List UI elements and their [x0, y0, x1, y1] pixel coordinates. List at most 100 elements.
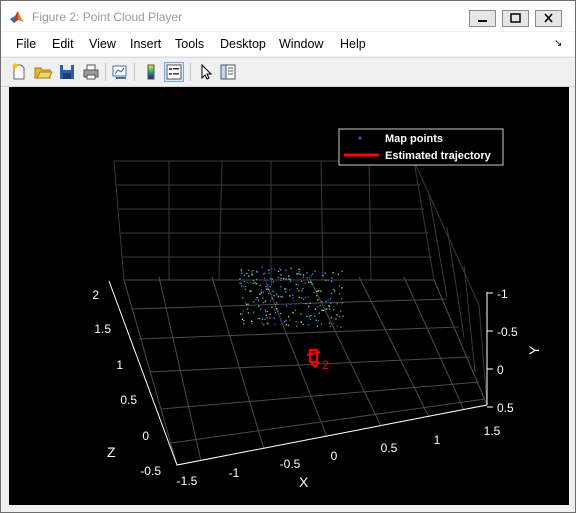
map-point — [266, 310, 268, 313]
map-point — [269, 313, 271, 315]
maximize-button[interactable] — [502, 10, 529, 27]
map-point — [260, 290, 262, 292]
x-tick: -1.5 — [177, 474, 198, 488]
map-point — [300, 313, 302, 315]
new-figure-button[interactable] — [9, 62, 29, 82]
map-point — [269, 286, 271, 288]
link-plot-button[interactable] — [110, 62, 130, 82]
x-tick: 1 — [434, 433, 441, 447]
map-point — [249, 281, 251, 283]
map-point — [314, 315, 316, 317]
x-axis-label: X — [299, 474, 309, 490]
edit-plot-icon — [201, 63, 213, 80]
map-point — [243, 319, 245, 322]
menu-tools[interactable]: Tools — [175, 37, 204, 51]
map-point — [328, 322, 331, 324]
map-points — [239, 266, 344, 328]
map-point — [280, 286, 282, 288]
map-point — [311, 273, 314, 275]
map-point — [285, 324, 287, 326]
map-point — [240, 282, 242, 285]
x-tick: 1.5 — [484, 424, 501, 438]
y-tick: -0.5 — [497, 325, 518, 339]
legend-button[interactable] — [164, 62, 184, 82]
map-point — [305, 302, 307, 305]
map-point — [296, 273, 298, 275]
map-point — [247, 312, 250, 314]
map-point — [244, 288, 246, 290]
z-tick: 0.5 — [120, 393, 137, 407]
map-point — [257, 299, 260, 301]
property-inspector-button[interactable] — [218, 62, 238, 82]
map-point — [241, 313, 244, 315]
map-point — [280, 277, 282, 279]
minimize-button[interactable] — [469, 10, 496, 27]
map-point — [308, 316, 310, 318]
map-point — [277, 277, 280, 279]
close-button[interactable] — [535, 10, 562, 27]
map-point — [321, 301, 323, 303]
map-point — [267, 284, 269, 286]
menu-window[interactable]: Window — [279, 37, 323, 51]
z-tick: 1.5 — [94, 322, 111, 336]
map-point — [319, 304, 321, 307]
map-point — [341, 287, 343, 289]
map-point — [276, 293, 278, 295]
map-point — [263, 324, 265, 326]
map-point — [295, 320, 297, 323]
legend[interactable]: Map points Estimated trajectory — [338, 128, 504, 166]
axis-lines — [108, 280, 488, 466]
menu-file[interactable]: File — [16, 37, 36, 51]
map-point — [341, 298, 343, 300]
edit-plot-button[interactable] — [196, 62, 216, 82]
map-point — [278, 268, 281, 270]
map-point — [264, 272, 266, 274]
map-point — [270, 282, 273, 284]
map-point — [306, 277, 308, 279]
z-tick: 0 — [142, 429, 149, 443]
map-point — [341, 270, 343, 272]
open-file-button[interactable] — [33, 62, 53, 82]
colorbar-button[interactable] — [141, 62, 161, 82]
map-point — [273, 295, 275, 297]
point-cloud-axes[interactable]: 2 2 1.5 1 0.5 0 -0.5 Z -1.5 -1 -0.5 0 0.… — [9, 87, 569, 505]
map-point — [277, 310, 279, 312]
map-point — [332, 323, 334, 325]
map-point — [313, 292, 315, 294]
map-point — [292, 297, 294, 299]
map-point — [246, 281, 248, 283]
map-point — [240, 273, 243, 275]
map-point — [285, 269, 287, 272]
map-point — [307, 305, 310, 308]
save-button[interactable] — [57, 62, 77, 82]
map-point — [289, 279, 291, 281]
map-point — [276, 302, 278, 304]
map-point — [331, 277, 333, 279]
menu-insert[interactable]: Insert — [130, 37, 161, 51]
menu-edit[interactable]: Edit — [52, 37, 74, 51]
map-point — [252, 270, 254, 272]
dock-figure-icon[interactable]: ↘ — [554, 38, 562, 49]
print-button[interactable] — [81, 62, 101, 82]
menu-view[interactable]: View — [89, 37, 116, 51]
map-point — [252, 282, 254, 284]
map-point — [251, 273, 253, 275]
map-point — [324, 272, 326, 274]
map-point — [333, 289, 335, 291]
map-point — [268, 272, 270, 274]
map-point — [260, 308, 262, 310]
menu-desktop[interactable]: Desktop — [220, 37, 266, 51]
title-bar[interactable]: Figure 2: Point Cloud Player — [1, 1, 575, 31]
map-point — [265, 285, 267, 288]
y-tick-marks — [487, 292, 493, 408]
map-point — [334, 317, 336, 319]
menu-help[interactable]: Help — [340, 37, 366, 51]
point-cloud-plot[interactable]: 2 2 1.5 1 0.5 0 -0.5 Z -1.5 -1 -0.5 0 0.… — [9, 87, 569, 505]
toolbar-separator — [134, 63, 135, 81]
map-point — [306, 315, 308, 318]
y-axis-label: Y — [526, 345, 542, 355]
map-point — [322, 309, 325, 312]
map-point — [285, 319, 287, 322]
map-point — [307, 324, 309, 326]
map-point — [256, 271, 258, 273]
